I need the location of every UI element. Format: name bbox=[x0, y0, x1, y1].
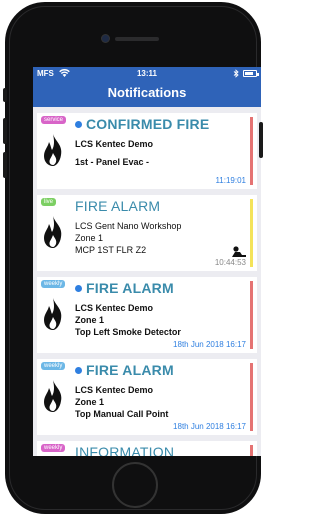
notification-zone: Zone 1 bbox=[75, 233, 104, 243]
status-bar: MFS 13:11 bbox=[33, 67, 261, 81]
notification-card[interactable]: weekly FIRE ALARM LCS Kentec Demo Zone 1 Top… bbox=[37, 277, 257, 353]
unread-dot-icon bbox=[75, 121, 82, 128]
notification-site: LCS Gent Nano Workshop bbox=[75, 221, 182, 231]
notification-card[interactable]: service CONFIRMED FIRE LCS Kentec Demo 1st … bbox=[37, 113, 257, 189]
notification-time: 18th Jun 2018 16:17 bbox=[173, 422, 246, 431]
notification-zone: 1st - Panel Evac - bbox=[75, 157, 150, 167]
notification-title: FIRE ALARM bbox=[75, 198, 160, 214]
battery-icon bbox=[243, 70, 259, 77]
app-screen: MFS 13:11 Notifications service CONFIRMED… bbox=[33, 67, 261, 456]
notification-site: LCS Kentec Demo bbox=[75, 139, 154, 149]
fire-icon bbox=[41, 379, 65, 413]
severity-bar bbox=[250, 117, 253, 185]
notification-title-text: FIRE ALARM bbox=[75, 198, 161, 214]
notification-badge: weekly bbox=[41, 444, 66, 452]
notification-site: LCS Kentec Demo bbox=[75, 303, 154, 313]
unread-dot-icon bbox=[75, 367, 82, 374]
volume-down-button bbox=[3, 152, 7, 178]
notification-badge: weekly bbox=[41, 362, 66, 370]
severity-bar bbox=[250, 281, 253, 349]
fire-icon bbox=[41, 297, 65, 331]
notification-card[interactable]: weekly FIRE ALARM LCS Kentec Demo Zone 1 Top… bbox=[37, 359, 257, 435]
nav-bar: Notifications bbox=[33, 81, 261, 107]
page-title: Notifications bbox=[107, 85, 187, 100]
front-camera bbox=[102, 35, 109, 42]
notification-zone: Zone 1 bbox=[75, 315, 105, 325]
fire-icon bbox=[41, 215, 65, 249]
earpiece-speaker bbox=[115, 37, 159, 41]
phone-frame: MFS 13:11 Notifications service CONFIRMED… bbox=[5, 2, 261, 514]
severity-bar bbox=[250, 445, 253, 456]
notification-title-text: INFORMATION bbox=[75, 444, 175, 456]
notification-device: Top Left Smoke Detector bbox=[75, 327, 181, 337]
severity-bar bbox=[250, 199, 253, 267]
notification-title: INFORMATION bbox=[75, 444, 174, 456]
unread-dot-icon bbox=[75, 285, 82, 292]
notification-title-text: FIRE ALARM bbox=[86, 280, 174, 296]
bluetooth-icon bbox=[233, 69, 239, 80]
notification-zone: Zone 1 bbox=[75, 397, 105, 407]
notification-time: 18th Jun 2018 16:17 bbox=[173, 340, 246, 349]
user-icon[interactable] bbox=[231, 245, 247, 257]
notification-device: MCP 1ST FLR Z2 bbox=[75, 245, 147, 255]
notification-title: FIRE ALARM bbox=[75, 362, 174, 378]
notification-site: LCS Kentec Demo bbox=[75, 385, 154, 395]
notification-badge: service bbox=[41, 116, 67, 124]
volume-up-button bbox=[3, 118, 7, 144]
status-time: 13:11 bbox=[136, 69, 158, 78]
notification-title: CONFIRMED FIRE bbox=[75, 116, 209, 132]
notification-time: 10:44:53 bbox=[214, 258, 246, 267]
notification-list[interactable]: service CONFIRMED FIRE LCS Kentec Demo 1st … bbox=[33, 107, 261, 456]
home-button[interactable] bbox=[112, 462, 158, 508]
notification-title-text: FIRE ALARM bbox=[86, 362, 174, 378]
notification-badge: weekly bbox=[41, 280, 66, 288]
notification-device: Top Manual Call Point bbox=[75, 409, 169, 419]
notification-time: 11:19:01 bbox=[215, 176, 246, 185]
power-button bbox=[259, 122, 263, 158]
fire-icon bbox=[41, 133, 65, 167]
mute-switch bbox=[3, 88, 7, 102]
notification-title-text: CONFIRMED FIRE bbox=[86, 116, 210, 132]
notification-title: FIRE ALARM bbox=[75, 280, 174, 296]
notification-card[interactable]: weekly INFORMATION bbox=[37, 441, 257, 456]
severity-bar bbox=[250, 363, 253, 431]
notification-card[interactable]: live FIRE ALARM LCS Gent Nano Workshop Zone… bbox=[37, 195, 257, 271]
notification-badge: live bbox=[41, 198, 57, 206]
